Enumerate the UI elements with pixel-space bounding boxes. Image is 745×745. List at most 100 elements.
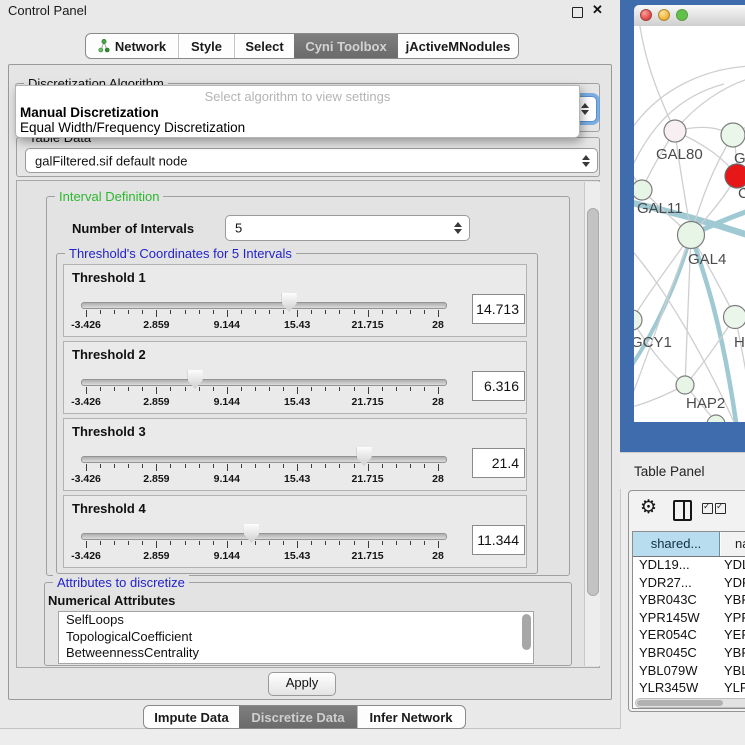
- table-horizontal-scrollbar[interactable]: [635, 698, 745, 708]
- threshold-value-input[interactable]: 21.4: [472, 448, 525, 478]
- tab-cyni-toolbox[interactable]: Cyni Toolbox: [294, 34, 398, 58]
- threshold-slider-track[interactable]: [81, 533, 447, 540]
- tab-style[interactable]: Style: [178, 34, 234, 58]
- node-hap2[interactable]: [676, 376, 694, 394]
- cell-name[interactable]: YBR043C: [724, 591, 745, 609]
- node-h[interactable]: [724, 306, 745, 329]
- threshold-value-input[interactable]: 11.344: [472, 525, 525, 555]
- num-intervals-select[interactable]: 5: [225, 215, 470, 241]
- node-partial-top-right[interactable]: [721, 123, 745, 147]
- numerical-attributes-label: Numerical Attributes: [48, 593, 175, 608]
- desktop: Control Panel ✕ Network Style Select: [0, 0, 745, 745]
- settings-scrollbar-thumb[interactable]: [587, 208, 599, 596]
- threshold-slider-track[interactable]: [81, 302, 447, 309]
- threshold-value-input[interactable]: 6.316: [472, 371, 525, 401]
- cell-shared-name[interactable]: YBL079W: [639, 662, 719, 680]
- node-gal80[interactable]: [664, 120, 686, 142]
- tab-infer-network[interactable]: Infer Network: [357, 706, 464, 728]
- zoom-traffic-light-icon[interactable]: [676, 9, 688, 21]
- node-gal11[interactable]: [634, 180, 652, 200]
- numerical-attributes-list[interactable]: SelfLoopsTopologicalCoefficientBetweenne…: [58, 611, 534, 664]
- tick-label: 28: [416, 550, 460, 562]
- tab-network[interactable]: Network: [86, 34, 178, 58]
- network-icon: [98, 39, 110, 53]
- tick-mark: [170, 387, 171, 391]
- cell-shared-name[interactable]: YBR045C: [639, 644, 719, 662]
- tick-label: 9.144: [205, 396, 249, 408]
- algorithm-option-manual[interactable]: Manual Discretization: [20, 105, 159, 120]
- close-traffic-light-icon[interactable]: [640, 9, 652, 21]
- attribute-list-item[interactable]: TopologicalCoefficient: [59, 629, 533, 646]
- table-row[interactable]: YDR27... YDR27: [633, 574, 745, 592]
- threshold-value-input[interactable]: 14.713: [472, 294, 525, 324]
- table-data-select[interactable]: galFiltered.sif default node: [25, 148, 598, 173]
- checkbox-icon[interactable]: [702, 503, 713, 514]
- node-gal4[interactable]: [678, 222, 705, 249]
- cell-shared-name[interactable]: YDL19...: [639, 556, 719, 574]
- split-view-icon[interactable]: [673, 500, 692, 521]
- node-gcy1[interactable]: [634, 310, 642, 330]
- tick-mark: [269, 387, 270, 391]
- cell-name[interactable]: YBR045C: [724, 644, 745, 662]
- tick-label: 21.715: [346, 319, 390, 331]
- node-bottom-partial[interactable]: [707, 415, 725, 422]
- threshold-slider-track[interactable]: [81, 379, 447, 386]
- checkbox-icon[interactable]: [715, 503, 726, 514]
- column-header-shared-name[interactable]: shared...: [633, 532, 720, 556]
- algorithm-option-equal-width[interactable]: Equal Width/Frequency Discretization: [20, 120, 245, 135]
- table-horizontal-scrollbar-thumb[interactable]: [637, 700, 723, 706]
- cell-name[interactable]: YDR27: [724, 574, 745, 592]
- cell-name[interactable]: YDL19: [724, 556, 745, 574]
- table-row[interactable]: YPR145W YPR145W: [633, 609, 745, 627]
- tick-mark: [227, 464, 228, 471]
- column-header-name[interactable]: name: [721, 532, 745, 556]
- tick-mark: [283, 464, 284, 468]
- algorithm-dropdown-prompt[interactable]: Select algorithm to view settings: [16, 89, 579, 104]
- tick-mark: [156, 541, 157, 548]
- tick-label: 28: [416, 473, 460, 485]
- label-partial-h: H: [734, 334, 745, 351]
- tick-mark: [368, 464, 369, 471]
- table-panel-title: Table Panel: [634, 464, 705, 479]
- cell-name[interactable]: YPR145W: [724, 609, 745, 627]
- tick-mark: [311, 310, 312, 314]
- close-icon[interactable]: ✕: [592, 2, 603, 18]
- tick-mark: [142, 310, 143, 314]
- threshold-slider-thumb[interactable]: [357, 447, 372, 466]
- cell-name[interactable]: YBL079W: [724, 662, 745, 680]
- tab-impute-data[interactable]: Impute Data: [144, 706, 239, 728]
- label-gal11: GAL11: [637, 200, 683, 217]
- tick-mark: [424, 541, 425, 545]
- attribute-list-item[interactable]: BetweennessCentrality: [59, 645, 533, 662]
- cell-shared-name[interactable]: YDR27...: [639, 574, 719, 592]
- cell-shared-name[interactable]: YBR043C: [639, 591, 719, 609]
- table-row[interactable]: YBR045C YBR045C: [633, 644, 745, 662]
- cell-name[interactable]: YER054C: [724, 626, 745, 644]
- cell-name[interactable]: YLR345W: [724, 679, 745, 697]
- float-window-icon[interactable]: [572, 7, 583, 18]
- table-row[interactable]: YER054C YER054C: [633, 626, 745, 644]
- minimize-traffic-light-icon[interactable]: [658, 9, 670, 21]
- table-row[interactable]: YDL19... YDL19: [633, 556, 745, 574]
- table-row[interactable]: YBR043C YBR043C: [633, 591, 745, 609]
- threshold-slider-thumb[interactable]: [188, 370, 203, 389]
- settings-scrollbar[interactable]: [584, 182, 600, 666]
- cell-shared-name[interactable]: YPR145W: [639, 609, 719, 627]
- tick-mark: [100, 310, 101, 314]
- gear-icon[interactable]: ⚙: [640, 496, 657, 519]
- tab-select[interactable]: Select: [234, 34, 294, 58]
- cell-shared-name[interactable]: YER054C: [639, 626, 719, 644]
- attribute-list-item[interactable]: SelfLoops: [59, 612, 533, 629]
- attributes-scrollbar-thumb[interactable]: [522, 614, 531, 650]
- threshold-slider-track[interactable]: [81, 456, 447, 463]
- table-row[interactable]: YLR345W YLR345W: [633, 679, 745, 697]
- tab-discretize-data[interactable]: Discretize Data: [239, 706, 357, 728]
- table-row[interactable]: YBL079W YBL079W: [633, 662, 745, 680]
- cell-shared-name[interactable]: YLR345W: [639, 679, 719, 697]
- threshold-slider-thumb[interactable]: [244, 524, 259, 543]
- apply-button[interactable]: Apply: [268, 672, 336, 696]
- tab-jactivemnodules[interactable]: jActiveMNodules: [398, 34, 518, 58]
- tick-mark: [354, 541, 355, 545]
- tick-mark: [213, 464, 214, 468]
- network-canvas[interactable]: GAL80 GA C GAL11 GAL4 GCY1 H HAP2: [634, 26, 745, 422]
